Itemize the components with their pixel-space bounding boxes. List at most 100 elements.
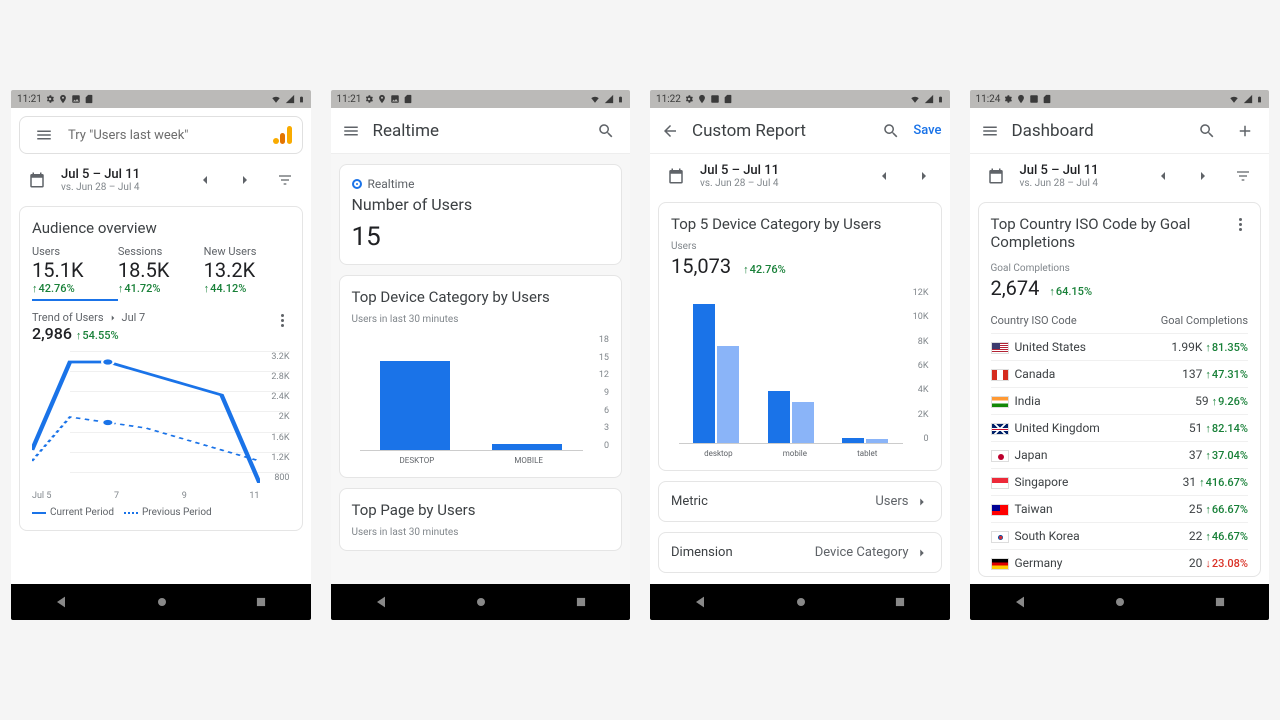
app-bar: Custom Report Save [650,108,950,154]
save-button[interactable]: Save [913,123,941,138]
recents-icon[interactable] [893,595,907,609]
table-row[interactable]: Singapore 31 416.67% [991,469,1249,496]
search-placeholder: Try "Users last week" [68,128,188,143]
card-title: Top Page by Users [352,501,610,519]
home-icon[interactable] [1112,594,1128,610]
table-row[interactable]: United States 1.99K 81.35% [991,334,1249,361]
menu-icon[interactable] [335,115,367,147]
next-period-button[interactable] [908,160,940,192]
home-icon[interactable] [473,594,489,610]
status-bar: 11:22 [650,90,950,108]
menu-icon[interactable] [974,115,1006,147]
more-icon[interactable] [275,311,290,343]
app-bar: Try "Users last week" [11,108,311,158]
col-country: Country ISO Code [991,308,1134,334]
table-row[interactable]: Taiwan 25 66.67% [991,496,1249,523]
table-row[interactable]: Japan 37 37.04% [991,442,1249,469]
more-icon[interactable] [1233,215,1248,234]
card-title: Top 5 Device Category by Users [671,215,929,233]
clock: 11:21 [337,94,362,105]
recents-icon[interactable] [1213,595,1227,609]
screen-home: 11:21 Try "Users last week" Jul 5 – Jul … [11,90,311,620]
card-delta: 64.15% [1049,285,1092,298]
card-title: Top Device Category by Users [352,288,610,306]
date-range-bar[interactable]: Jul 5 – Jul 11 vs. Jun 28 – Jul 4 [11,158,311,206]
image-icon [390,94,400,104]
prev-period-button[interactable] [1147,160,1179,192]
page-title: Dashboard [1012,121,1186,141]
dimension-picker[interactable]: Dimension Device Category [658,532,942,573]
signal-icon [285,94,295,104]
search-pill[interactable]: Try "Users last week" [19,116,303,154]
wifi-icon [589,94,601,104]
search-icon[interactable] [1191,115,1223,147]
table-row[interactable]: United Kingdom 51 82.14% [991,415,1249,442]
trend-line-chart[interactable]: 3.2K2.8K2.4K2K1.6K1.2K800 Jul 57911 [32,351,290,501]
home-icon[interactable] [793,594,809,610]
screen-realtime: 11:21 Realtime Realtime Number of Users … [331,90,631,620]
gear-icon [684,94,694,104]
realtime-users-card: Realtime Number of Users 15 [339,164,623,265]
recents-icon[interactable] [574,595,588,609]
sd-card-icon [84,94,94,104]
add-icon[interactable] [1229,115,1261,147]
device-bar-chart[interactable]: 1815129630 DESKTOPMOBILE [352,335,610,465]
date-range-bar[interactable]: Jul 5 – Jul 11 vs. Jun 28 – Jul 4 [970,154,1270,202]
col-goal: Goal Completions [1134,308,1248,334]
search-icon[interactable] [590,115,622,147]
gear-icon [364,94,374,104]
search-icon[interactable] [875,115,907,147]
flag-icon [991,450,1009,462]
back-icon[interactable] [373,594,389,610]
metric-picker[interactable]: Metric Users [658,481,942,522]
date-compare: vs. Jun 28 – Jul 4 [61,182,181,193]
status-bar: 11:21 [331,90,631,108]
calendar-icon [21,164,53,196]
back-icon[interactable] [1012,594,1028,610]
battery-icon [617,94,624,105]
card-title: Audience overview [32,219,290,237]
android-nav-bar [11,584,311,620]
metric-new-users[interactable]: New Users 13.2K 44.12% [204,245,290,301]
table-row[interactable]: Canada 137 47.31% [991,361,1249,388]
gear-icon [1003,94,1013,104]
prev-period-button[interactable] [868,160,900,192]
filter-icon[interactable] [269,164,301,196]
back-icon[interactable] [692,594,708,610]
flag-icon [991,558,1009,570]
metrics-row: Users 15.1K 42.76% Sessions 18.5K 41.72%… [32,245,290,301]
next-period-button[interactable] [229,164,261,196]
date-range-bar[interactable]: Jul 5 – Jul 11 vs. Jun 28 – Jul 4 [650,154,950,202]
pin-icon [697,94,707,104]
filter-icon[interactable] [1227,160,1259,192]
top-device-card: Top Device Category by Users Users in la… [339,275,623,478]
home-icon[interactable] [154,594,170,610]
metric-sessions[interactable]: Sessions 18.5K 41.72% [118,245,204,301]
screen-dashboard: 11:24 Dashboard Jul 5 – Jul 11 vs. Jun 2… [970,90,1270,620]
next-period-button[interactable] [1187,160,1219,192]
image-icon [1029,94,1039,104]
trend-value: 2,986 [32,324,72,343]
prev-period-button[interactable] [189,164,221,196]
clock: 11:24 [976,94,1001,105]
app-bar: Realtime [331,108,631,154]
recents-icon[interactable] [254,595,268,609]
image-icon [71,94,81,104]
back-icon[interactable] [654,115,686,147]
chevron-right-icon [108,313,118,323]
metric-users[interactable]: Users 15.1K 42.76% [32,245,118,301]
table-row[interactable]: Germany 20 23.08% [991,550,1249,577]
flag-icon [991,396,1009,408]
table-row[interactable]: India 59 9.26% [991,388,1249,415]
trend-header: Trend of Users Jul 7 [32,311,145,324]
table-row[interactable]: South Korea 22 46.67% [991,523,1249,550]
battery-icon [1256,94,1263,105]
back-icon[interactable] [53,594,69,610]
screen-custom-report: 11:22 Custom Report Save Jul 5 – Jul 11 … [650,90,950,620]
card-value: 15,073 [671,254,731,278]
menu-icon[interactable] [28,119,60,151]
device-grouped-bar-chart[interactable]: 12K10K8K6K4K2K0 desktopmobiletablet [671,288,929,458]
calendar-icon [660,160,692,192]
metric-label: Number of Users [352,195,610,214]
signal-icon [924,94,934,104]
